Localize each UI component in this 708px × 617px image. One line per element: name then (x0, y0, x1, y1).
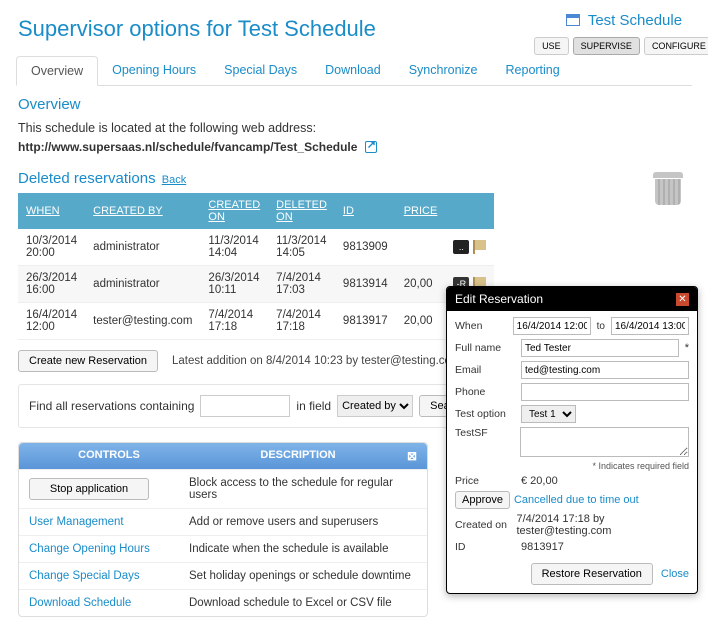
tab-download[interactable]: Download (311, 56, 395, 84)
description-head: DESCRIPTION (189, 449, 407, 463)
to-label: to (595, 321, 607, 332)
search-field-select[interactable]: Created by (337, 395, 413, 417)
flag-icon[interactable] (473, 240, 486, 254)
restore-button[interactable]: Restore Reservation (531, 563, 653, 585)
required-note: * Indicates required field (455, 461, 689, 471)
deleted-reservations-title: Deleted reservations Back (18, 170, 690, 187)
overview-title: Overview (18, 96, 690, 113)
panel-close-icon[interactable]: ⊠ (407, 449, 417, 463)
search-input[interactable] (200, 395, 290, 417)
controls-row: Change Opening Hours Indicate when the sc… (19, 535, 427, 562)
table-row[interactable]: 16/4/2014 12:00tester@testing.com7/4/201… (18, 302, 494, 339)
calendar-icon (566, 14, 580, 26)
search-in-field: in field (296, 399, 331, 413)
edit-reservation-dialog: Edit Reservation ✕ When to Full name * E… (446, 286, 698, 594)
id-label: ID (455, 541, 517, 553)
col-created-by[interactable]: CREATED BY (85, 193, 200, 229)
nav-tabs: Overview Opening Hours Special Days Down… (16, 56, 692, 86)
dialog-title: Edit Reservation (455, 292, 543, 306)
control-desc: Block access to the schedule for regular… (189, 477, 417, 501)
test-option-label: Test option (455, 408, 517, 420)
tab-special-days[interactable]: Special Days (210, 56, 311, 84)
email-input[interactable] (521, 361, 689, 379)
fullname-input[interactable] (521, 339, 679, 357)
approve-button[interactable]: Approve (455, 491, 510, 509)
trash-icon[interactable] (652, 172, 684, 208)
deleted-table: WHEN CREATED BY CREATED ON DELETED ON ID… (18, 193, 494, 340)
phone-label: Phone (455, 386, 517, 398)
search-prefix: Find all reservations containing (29, 399, 194, 413)
tab-overview[interactable]: Overview (16, 56, 98, 86)
control-desc: Set holiday openings or schedule downtim… (189, 570, 417, 582)
back-link[interactable]: Back (162, 174, 186, 186)
tab-synchronize[interactable]: Synchronize (395, 56, 492, 84)
controls-head: CONTROLS (29, 449, 189, 463)
close-link[interactable]: Close (661, 568, 689, 580)
status-badge: .. (453, 240, 469, 254)
table-row[interactable]: 26/3/2014 16:00administrator26/3/2014 10… (18, 265, 494, 302)
col-created-on[interactable]: CREATED ON (200, 193, 268, 229)
col-id[interactable]: ID (335, 193, 396, 229)
price-label: Price (455, 475, 517, 487)
when-label: When (455, 320, 509, 332)
when-from-input[interactable] (513, 317, 591, 335)
controls-row: Stop application Block access to the sche… (19, 469, 427, 508)
schedule-widget: Test Schedule USE SUPERVISE CONFIGURE (550, 6, 698, 55)
control-link[interactable]: Change Opening Hours (29, 543, 150, 555)
test-option-select[interactable]: Test 1 (521, 405, 576, 423)
testsf-label: TestSF (455, 427, 516, 439)
supervise-button[interactable]: SUPERVISE (573, 37, 640, 55)
created-on-value: 7/4/2014 17:18 by tester@testing.com (516, 513, 689, 537)
use-button[interactable]: USE (534, 37, 569, 55)
schedule-title[interactable]: Test Schedule (550, 6, 698, 37)
required-asterisk: * (683, 342, 689, 354)
price-value: € 20,00 (521, 475, 558, 487)
email-label: Email (455, 364, 517, 376)
latest-addition: Latest addition on 8/4/2014 10:23 by tes… (172, 355, 461, 367)
tab-reporting[interactable]: Reporting (492, 56, 574, 84)
create-reservation-button[interactable]: Create new Reservation (18, 350, 158, 372)
when-to-input[interactable] (611, 317, 689, 335)
controls-panel: CONTROLS DESCRIPTION ⊠ Stop application B… (18, 442, 428, 617)
stop-application-button[interactable]: Stop application (29, 478, 149, 500)
control-desc: Indicate when the schedule is available (189, 543, 417, 555)
phone-input[interactable] (521, 383, 689, 401)
id-value: 9813917 (521, 541, 564, 553)
controls-row: Change Special Days Set holiday openings … (19, 562, 427, 589)
controls-row: User Management Add or remove users and s… (19, 508, 427, 535)
control-link[interactable]: Download Schedule (29, 597, 131, 609)
external-link-icon[interactable] (365, 141, 377, 153)
control-link[interactable]: User Management (29, 516, 124, 528)
dialog-close-icon[interactable]: ✕ (676, 293, 689, 306)
table-row[interactable]: 10/3/2014 20:00administrator11/3/2014 14… (18, 229, 494, 266)
fullname-label: Full name (455, 342, 517, 354)
col-deleted-on[interactable]: DELETED ON (268, 193, 335, 229)
control-desc: Add or remove users and superusers (189, 516, 417, 528)
col-when[interactable]: WHEN (18, 193, 85, 229)
created-on-label: Created on (455, 519, 512, 531)
configure-button[interactable]: CONFIGURE (644, 37, 708, 55)
col-price[interactable]: PRICE (396, 193, 446, 229)
control-link[interactable]: Change Special Days (29, 570, 140, 582)
schedule-url: http://www.supersaas.nl/schedule/fvancam… (18, 140, 690, 154)
testsf-input[interactable] (520, 427, 689, 457)
status-text[interactable]: Cancelled due to time out (514, 494, 639, 506)
control-desc: Download schedule to Excel or CSV file (189, 597, 417, 609)
tab-opening-hours[interactable]: Opening Hours (98, 56, 210, 84)
controls-row: Download Schedule Download schedule to Ex… (19, 589, 427, 616)
overview-intro: This schedule is located at the followin… (18, 119, 690, 138)
